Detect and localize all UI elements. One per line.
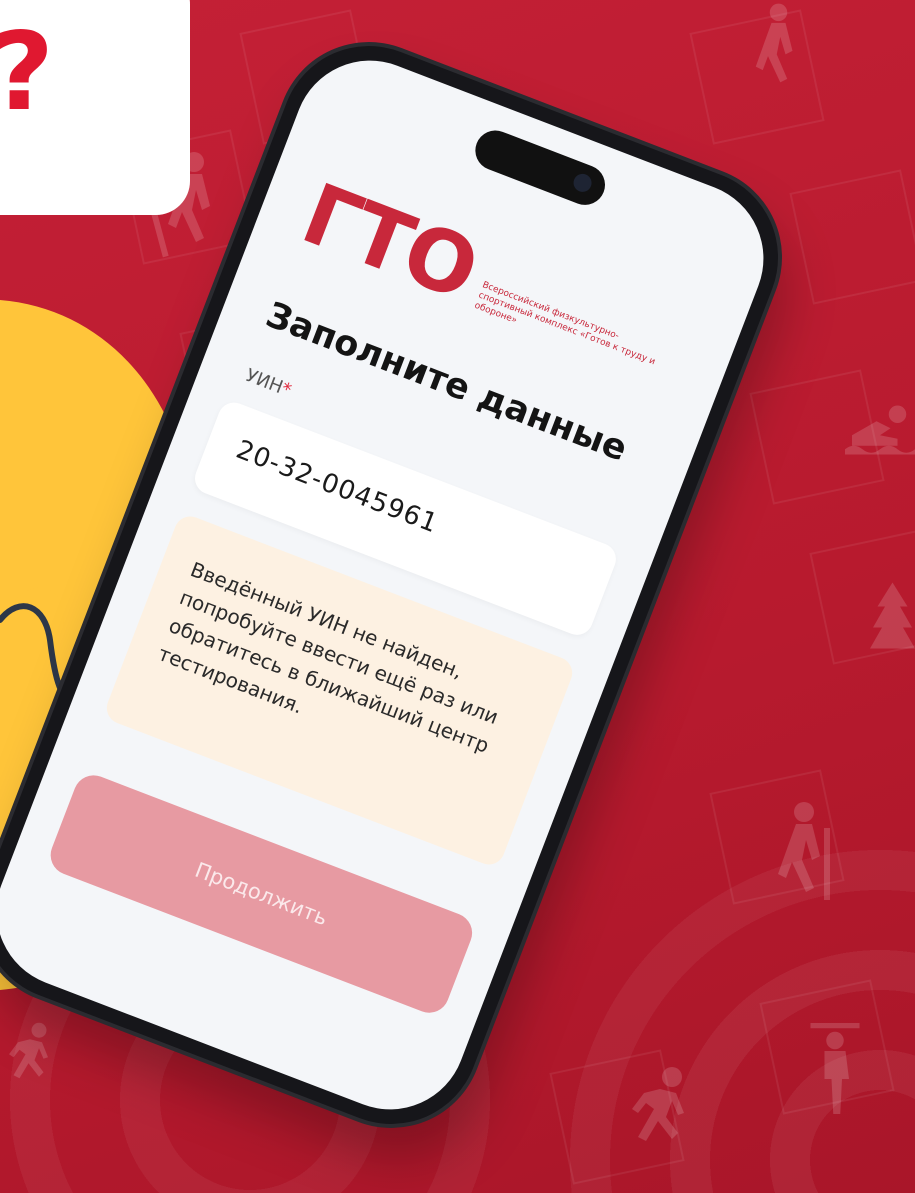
bubble-exclamation: !? — [0, 10, 54, 135]
dynamic-island — [469, 124, 611, 211]
runner-icon — [9, 1022, 48, 1079]
uin-label: УИН* — [243, 365, 294, 401]
gto-logo-subtitle: Всероссийский физкультурно-спортивный ко… — [473, 279, 657, 367]
speech-bubble: !? — [0, 0, 190, 215]
swimmer-icon — [845, 405, 915, 455]
tree-icon — [870, 582, 915, 649]
skier-icon — [778, 802, 830, 900]
camera-icon — [570, 171, 595, 195]
runner-icon — [632, 1067, 684, 1141]
skier-icon — [755, 3, 793, 83]
pattern-tile — [789, 169, 915, 305]
gto-logo-mark: ГТО — [289, 164, 490, 320]
sport-figure-icon — [810, 1023, 860, 1114]
